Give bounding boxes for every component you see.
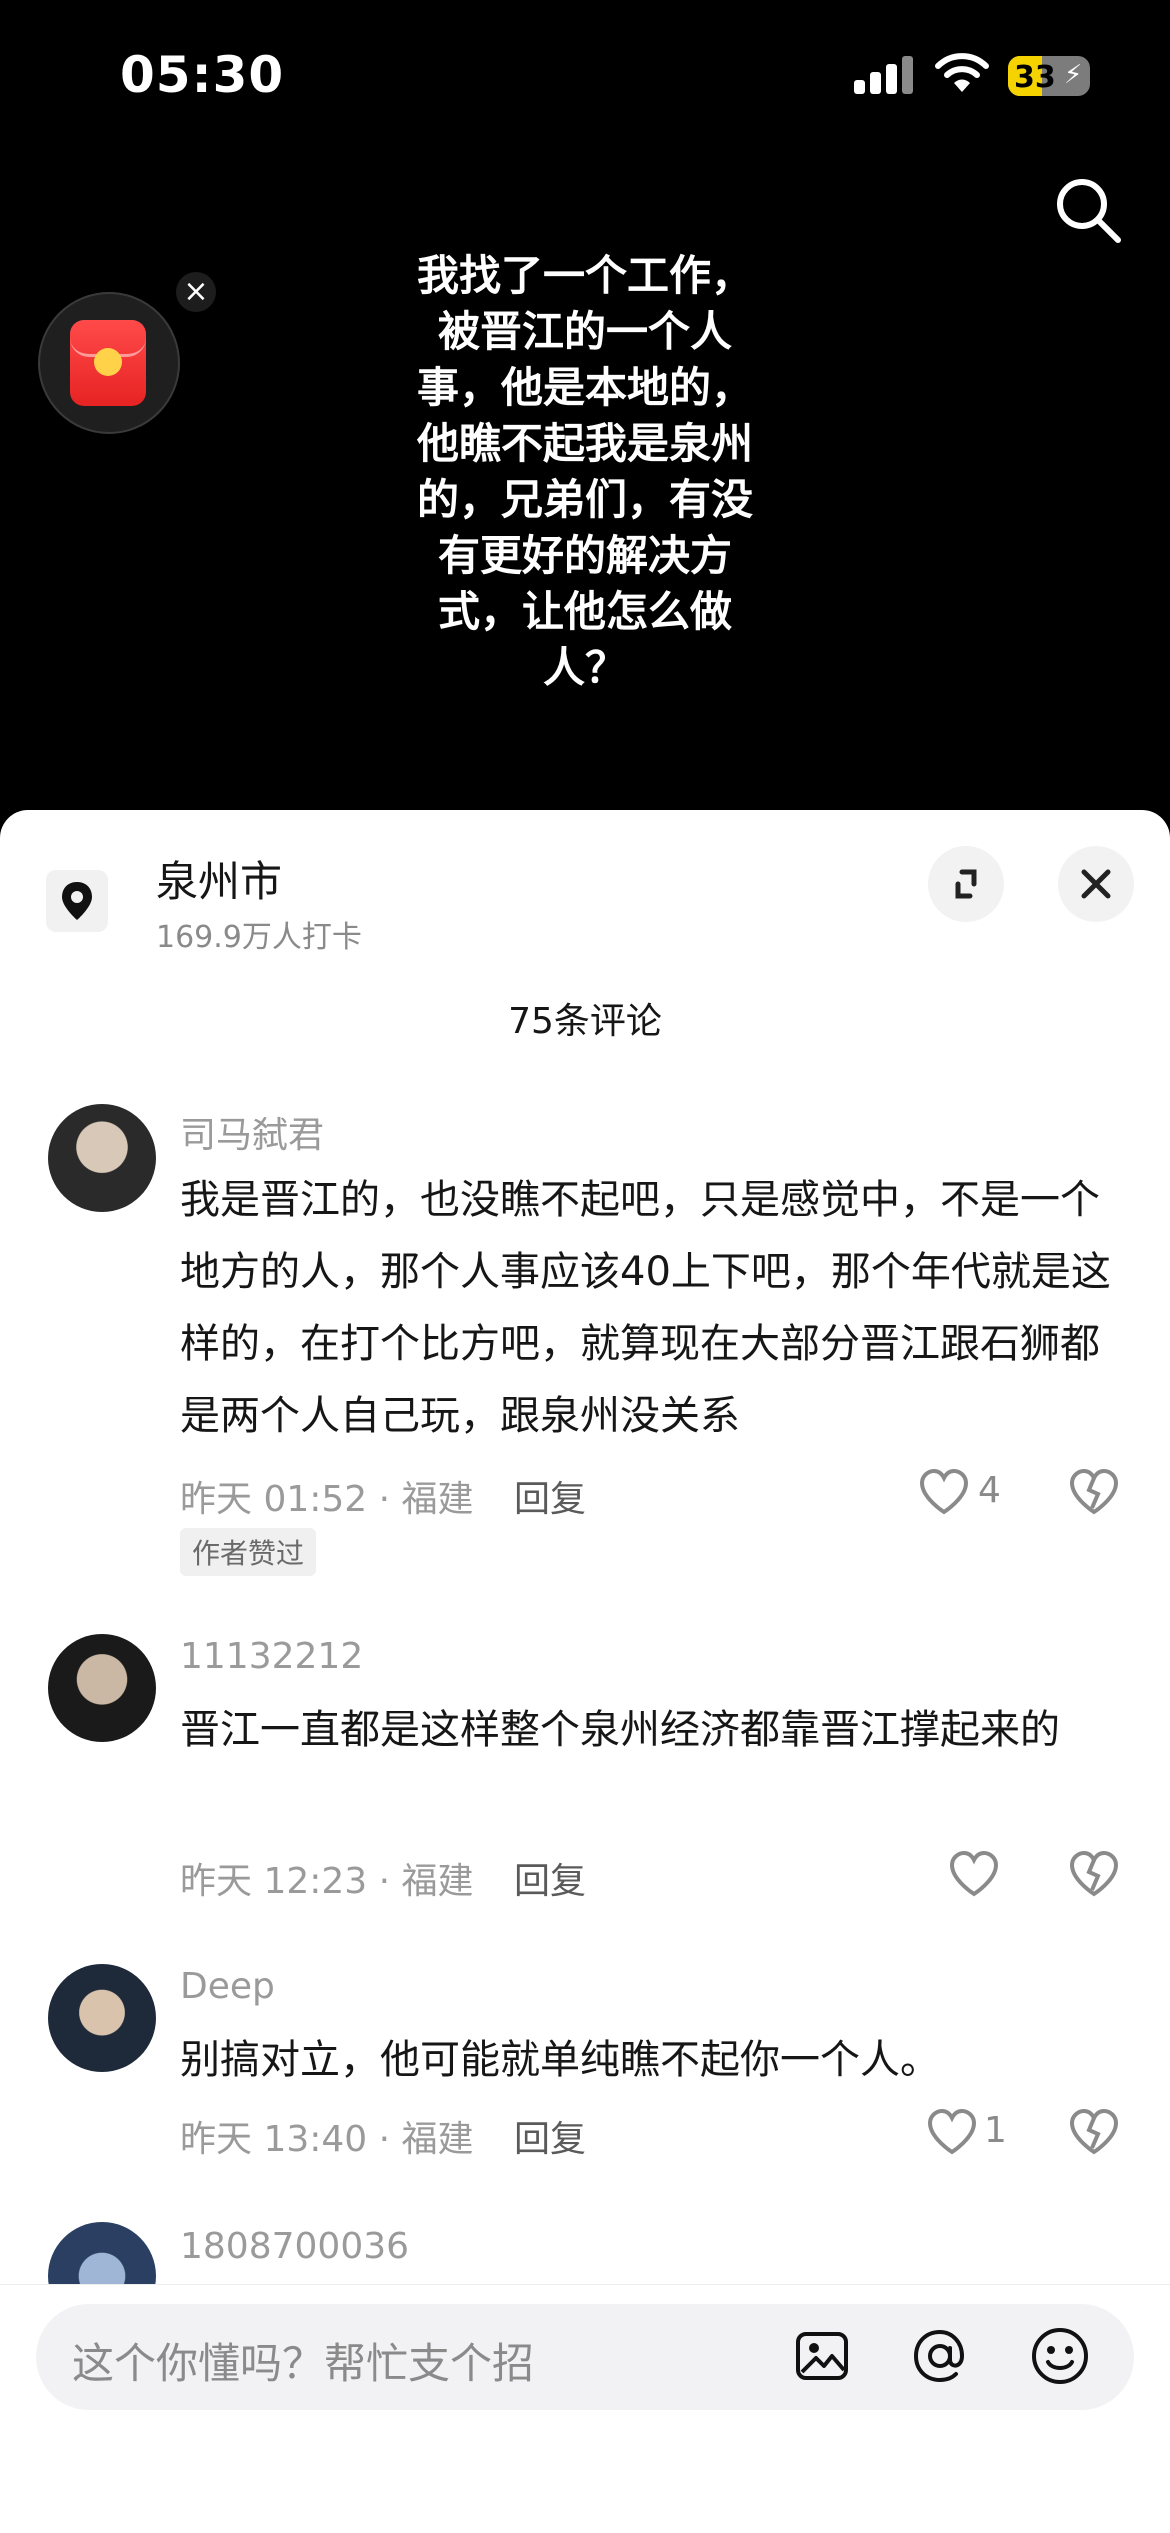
broken-heart-icon[interactable] xyxy=(1068,2108,1120,2156)
image-icon[interactable] xyxy=(792,2326,852,2386)
expand-button[interactable] xyxy=(928,846,1004,922)
signal-icon xyxy=(854,56,916,94)
search-icon[interactable] xyxy=(1050,172,1126,248)
comment-meta: 昨天 01:52 · 福建 xyxy=(180,1479,474,1520)
heart-icon[interactable] xyxy=(918,1468,970,1516)
wifi-icon xyxy=(935,53,989,92)
red-packet-button[interactable] xyxy=(38,292,180,434)
battery-level: 33 xyxy=(1014,60,1056,95)
reply-button[interactable]: 回复 xyxy=(514,1852,586,1904)
comment-text: 我是晋江的，也没瞧不起吧，只是感觉中，不是一个地方的人，那个人事应该40上下吧，… xyxy=(180,1177,1111,1439)
comment-text: 晋江一直都是这样整个泉州经济都靠晋江撑起来的 xyxy=(180,1707,1060,1753)
location-name[interactable]: 泉州市 xyxy=(156,848,282,909)
comments-panel xyxy=(0,810,1170,2532)
comment-meta: 昨天 12:23 · 福建 xyxy=(180,1861,474,1902)
avatar[interactable] xyxy=(48,1104,156,1212)
location-pin-icon xyxy=(46,870,108,932)
broken-heart-icon[interactable] xyxy=(1068,1850,1120,1898)
avatar[interactable] xyxy=(48,1634,156,1742)
comment-username[interactable]: Deep xyxy=(180,1966,275,2007)
reply-button[interactable]: 回复 xyxy=(514,2110,586,2162)
broken-heart-icon[interactable] xyxy=(1068,1468,1120,1516)
like-count: 4 xyxy=(978,1470,1001,1511)
battery-indicator: 33 ⚡ xyxy=(1008,56,1090,96)
author-liked-badge: 作者赞过 xyxy=(180,1528,317,1576)
heart-icon[interactable] xyxy=(926,2108,978,2156)
comment-meta: 昨天 13:40 · 福建 xyxy=(180,2119,474,2160)
comment-username[interactable]: 11132212 xyxy=(180,1636,363,1677)
comments-count: 75条评论 xyxy=(508,1001,662,1042)
at-icon[interactable] xyxy=(908,2324,972,2388)
close-icon xyxy=(1081,869,1111,899)
comment-username[interactable]: 司马弑君 xyxy=(180,1106,324,1158)
expand-icon xyxy=(955,869,977,899)
emoji-icon[interactable] xyxy=(1028,2324,1092,2388)
heart-icon[interactable] xyxy=(948,1850,1000,1898)
like-count: 1 xyxy=(984,2110,1007,2151)
comment-text: 别搞对立，他可能就单纯瞧不起你一个人。 xyxy=(180,2037,940,2083)
comment-username[interactable]: 1808700036 xyxy=(180,2226,409,2267)
avatar[interactable] xyxy=(48,1964,156,2072)
status-time: 05:30 xyxy=(120,46,285,104)
reply-button[interactable]: 回复 xyxy=(514,1470,586,1522)
video-caption: 我找了一个工作，被晋江的一个人事，他是本地的，他瞧不起我是泉州的，兄弟们，有没有… xyxy=(416,251,753,692)
location-checkins: 169.9万人打卡 xyxy=(156,920,362,955)
red-envelope-icon xyxy=(70,320,146,406)
red-packet-close-button[interactable]: × xyxy=(176,272,216,312)
close-button[interactable] xyxy=(1058,846,1134,922)
comment-input-placeholder: 这个你懂吗？帮忙支个招 xyxy=(72,2339,535,2388)
